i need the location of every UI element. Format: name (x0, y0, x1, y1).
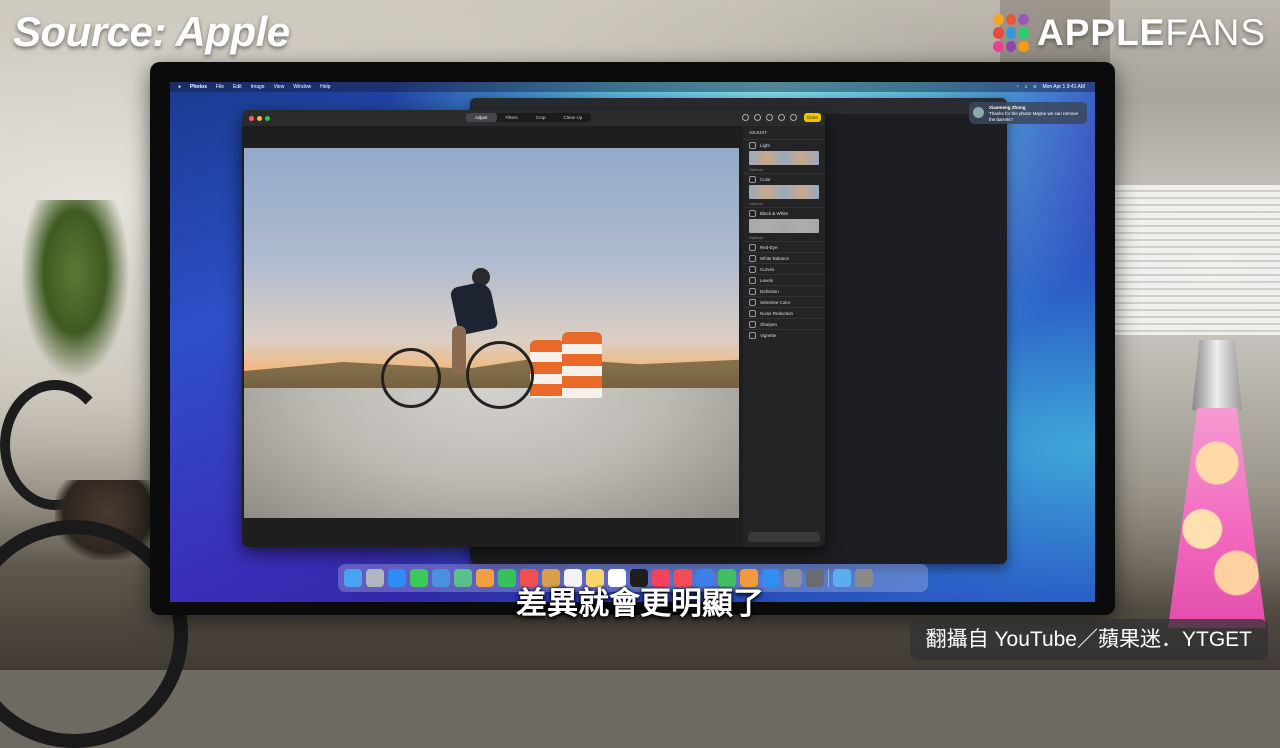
emoji-icon[interactable] (754, 114, 761, 121)
window-controls (249, 115, 270, 121)
bike-wheel (381, 348, 441, 408)
source-caption: Source: Apple (13, 8, 290, 55)
video-subtitle: 差異就會更明顯了 (516, 586, 764, 621)
tool-red-eye[interactable]: Red-Eye (743, 241, 825, 252)
menu-image[interactable]: Image (251, 84, 265, 90)
menu-bar: ● Photos File Edit Image View Window Hel… (170, 82, 1095, 92)
vignette-icon (749, 331, 756, 339)
adjust-sidebar: ADJUST Light Options Color Options Black… (743, 126, 825, 547)
bike-wheel (466, 341, 534, 409)
auto-enhance-icon[interactable] (790, 114, 797, 121)
menu-window[interactable]: Window (293, 84, 311, 90)
color-options[interactable]: Options (743, 200, 825, 207)
wifi-icon[interactable]: ◔ (1016, 84, 1019, 90)
edit-tabs: Adjust Filters Crop Clean Up (466, 113, 592, 122)
tool-selective-color[interactable]: Selective Color (743, 296, 825, 307)
noise-icon (749, 309, 756, 317)
levels-icon (749, 276, 756, 284)
edited-photo[interactable] (244, 148, 739, 518)
hanging-plant (20, 200, 130, 380)
control-center-icon[interactable]: ≡ (1034, 84, 1037, 90)
color-icon (749, 175, 756, 183)
sharpen-icon (749, 320, 756, 328)
tab-clean-up[interactable]: Clean Up (555, 113, 592, 122)
tool-sharpen[interactable]: Sharpen (743, 318, 825, 329)
credit-badge: 翻攝自 YouTube／蘋果迷．YTGET (909, 619, 1268, 660)
tool-curves[interactable]: Curves (743, 263, 825, 274)
adjust-black-white[interactable]: Black & White (743, 207, 825, 218)
menubar-clock[interactable]: Mon Apr 1 9:41 AM (1042, 84, 1085, 90)
reset-adjustments-button[interactable] (748, 532, 820, 542)
message-notification[interactable]: Xiaomeng Zhong Thanks for the photo! May… (969, 102, 1087, 124)
adjust-color[interactable]: Color (743, 173, 825, 184)
barrel (562, 332, 602, 398)
logo-mark-icon (993, 14, 1029, 52)
definition-icon (749, 287, 756, 295)
white-balance-icon (749, 254, 756, 262)
tool-vignette[interactable]: Vignette (743, 329, 825, 340)
tool-white-balance[interactable]: White Balance (743, 252, 825, 263)
menu-app-name[interactable]: Photos (190, 84, 207, 90)
adjust-title: ADJUST (749, 130, 768, 135)
favorite-icon[interactable] (766, 114, 773, 121)
tool-levels[interactable]: Levels (743, 274, 825, 285)
tab-adjust[interactable]: Adjust (466, 113, 497, 122)
eye-icon (749, 243, 756, 251)
tool-definition[interactable]: Definition (743, 285, 825, 296)
barrel (530, 340, 564, 398)
menu-file[interactable]: File (216, 84, 224, 90)
applefans-logo: APPLEFANS (993, 12, 1266, 54)
menu-edit[interactable]: Edit (233, 84, 242, 90)
rotate-icon[interactable] (778, 114, 785, 121)
notification-message: Thanks for the photo! Maybe we can remov… (989, 111, 1079, 122)
done-button[interactable]: Done (804, 113, 821, 122)
menu-help[interactable]: Help (320, 84, 330, 90)
desktop-screen: ● Photos File Edit Image View Window Hel… (170, 82, 1095, 602)
toolbar-icons (742, 114, 797, 121)
studio-display: ● Photos File Edit Image View Window Hel… (150, 62, 1115, 615)
search-icon[interactable]: ⌕ (1025, 84, 1028, 90)
tool-noise-reduction[interactable]: Noise Reduction (743, 307, 825, 318)
tab-crop[interactable]: Crop (527, 113, 555, 122)
info-icon[interactable] (742, 114, 749, 121)
bw-icon (749, 209, 756, 217)
curves-icon (749, 265, 756, 273)
light-thumbnails[interactable] (749, 151, 819, 165)
sun-icon (749, 141, 756, 149)
photos-edit-window: Adjust Filters Crop Clean Up Done ADJUST… (242, 110, 825, 547)
selective-color-icon (749, 298, 756, 306)
color-thumbnails[interactable] (749, 185, 819, 199)
menu-view[interactable]: View (274, 84, 285, 90)
bw-options[interactable]: Options (743, 234, 825, 241)
zoom-button[interactable] (265, 115, 270, 121)
logo-text: APPLEFANS (1037, 12, 1266, 53)
apple-menu-icon[interactable]: ● (178, 84, 181, 90)
light-options[interactable]: Options (743, 166, 825, 173)
photos-toolbar: Adjust Filters Crop Clean Up Done (242, 110, 825, 126)
minimize-button[interactable] (257, 115, 262, 121)
tab-filters[interactable]: Filters (497, 113, 527, 122)
adjust-light[interactable]: Light (743, 139, 825, 150)
bw-thumbnails[interactable] (749, 219, 819, 233)
avatar (973, 107, 984, 118)
close-button[interactable] (249, 115, 254, 121)
window-blinds (1110, 185, 1280, 335)
